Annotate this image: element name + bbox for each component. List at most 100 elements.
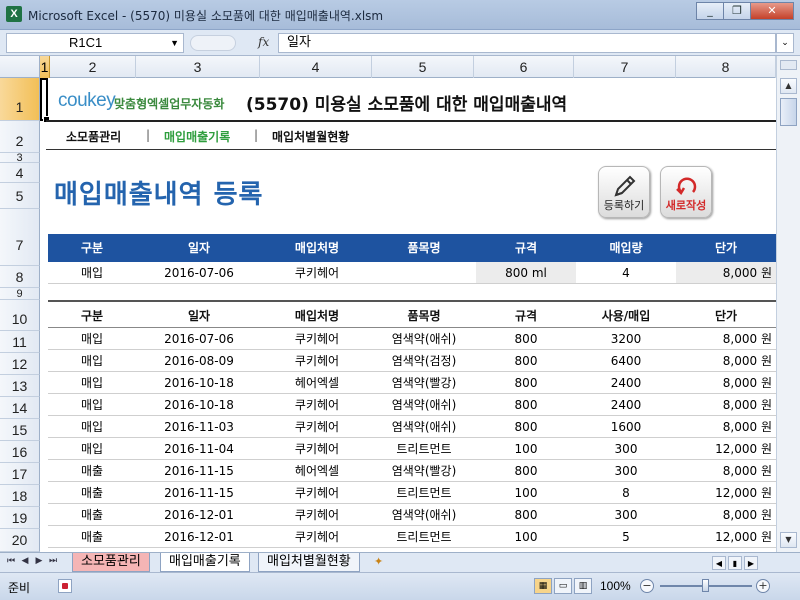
- record-type-cell[interactable]: 매입: [48, 328, 136, 349]
- record-spec-cell[interactable]: 800: [476, 460, 576, 481]
- entry-qty-cell[interactable]: 4: [576, 262, 676, 283]
- scroll-thumb[interactable]: [780, 98, 797, 126]
- record-spec-cell[interactable]: 800: [476, 416, 576, 437]
- record-type-cell[interactable]: 매출: [48, 482, 136, 503]
- zoom-out-icon[interactable]: −: [640, 579, 654, 593]
- scroll-thumb-h[interactable]: ▮: [728, 556, 742, 570]
- record-vendor-cell[interactable]: 헤어엑셀: [262, 372, 372, 393]
- normal-view-icon[interactable]: ▦: [534, 578, 552, 594]
- new-entry-button[interactable]: 새로작성: [660, 166, 712, 218]
- row-header[interactable]: 19: [0, 507, 40, 529]
- record-spec-cell[interactable]: 800: [476, 350, 576, 371]
- record-item-cell[interactable]: 트리트먼트: [372, 482, 476, 503]
- vertical-scrollbar[interactable]: ▲ ▼: [776, 56, 800, 552]
- record-price-cell[interactable]: 8,000 원: [676, 372, 776, 393]
- record-type-cell[interactable]: 매입: [48, 394, 136, 415]
- record-price-cell[interactable]: 8,000 원: [676, 416, 776, 437]
- first-sheet-icon[interactable]: ⏮: [4, 556, 18, 566]
- row-header[interactable]: 14: [0, 397, 40, 419]
- record-qty-cell[interactable]: 6400: [576, 350, 676, 371]
- tab-supplies[interactable]: 소모품관리: [72, 553, 150, 572]
- record-qty-cell[interactable]: 2400: [576, 394, 676, 415]
- row-header[interactable]: 13: [0, 375, 40, 397]
- record-date-cell[interactable]: 2016-11-15: [136, 482, 262, 503]
- record-item-cell[interactable]: 염색약(빨강): [372, 460, 476, 481]
- page-break-icon[interactable]: ▥: [574, 578, 592, 594]
- record-date-cell[interactable]: 2016-10-18: [136, 372, 262, 393]
- record-vendor-cell[interactable]: 쿠키헤어: [262, 350, 372, 371]
- record-date-cell[interactable]: 2016-11-15: [136, 460, 262, 481]
- row-header[interactable]: 11: [0, 331, 40, 353]
- record-spec-cell[interactable]: 800: [476, 394, 576, 415]
- record-vendor-cell[interactable]: 헤어엑셀: [262, 460, 372, 481]
- record-item-cell[interactable]: 염색약(빨강): [372, 372, 476, 393]
- record-spec-cell[interactable]: 800: [476, 504, 576, 525]
- column-header[interactable]: 2: [50, 56, 136, 78]
- record-price-cell[interactable]: 8,000 원: [676, 394, 776, 415]
- record-price-cell[interactable]: 12,000 원: [676, 438, 776, 459]
- column-header[interactable]: 3: [136, 56, 260, 78]
- record-qty-cell[interactable]: 300: [576, 460, 676, 481]
- excel-app-icon[interactable]: X: [6, 6, 22, 22]
- next-sheet-icon[interactable]: ▶: [32, 556, 46, 566]
- record-type-cell[interactable]: 매입: [48, 438, 136, 459]
- record-date-cell[interactable]: 2016-12-01: [136, 504, 262, 525]
- macro-record-icon[interactable]: [58, 579, 72, 593]
- scroll-right-icon[interactable]: ▶: [744, 556, 758, 570]
- record-type-cell[interactable]: 매출: [48, 504, 136, 525]
- record-price-cell[interactable]: 8,000 원: [676, 504, 776, 525]
- record-item-cell[interactable]: 트리트먼트: [372, 438, 476, 459]
- record-vendor-cell[interactable]: 쿠키헤어: [262, 504, 372, 525]
- record-date-cell[interactable]: 2016-10-18: [136, 394, 262, 415]
- record-spec-cell[interactable]: 800: [476, 328, 576, 349]
- row-header[interactable]: 16: [0, 441, 40, 463]
- row-header[interactable]: 5: [0, 183, 40, 209]
- record-item-cell[interactable]: 염색약(애쉬): [372, 504, 476, 525]
- scroll-up-icon[interactable]: ▲: [780, 78, 797, 94]
- record-spec-cell[interactable]: 800: [476, 372, 576, 393]
- record-date-cell[interactable]: 2016-07-06: [136, 328, 262, 349]
- prev-sheet-icon[interactable]: ◀: [18, 556, 32, 566]
- row-header[interactable]: 7: [0, 209, 40, 266]
- chevron-down-icon[interactable]: ▼: [170, 34, 179, 52]
- nav-item-supplies[interactable]: 소모품관리: [66, 128, 121, 145]
- insert-sheet-icon[interactable]: ✦: [374, 555, 383, 568]
- record-price-cell[interactable]: 12,000 원: [676, 482, 776, 503]
- column-header[interactable]: 4: [260, 56, 372, 78]
- record-spec-cell[interactable]: 100: [476, 438, 576, 459]
- record-item-cell[interactable]: 염색약(검정): [372, 350, 476, 371]
- row-header[interactable]: 1: [0, 78, 40, 121]
- split-handle[interactable]: [780, 60, 797, 70]
- row-header[interactable]: 17: [0, 463, 40, 485]
- record-type-cell[interactable]: 매출: [48, 526, 136, 547]
- record-vendor-cell[interactable]: 쿠키헤어: [262, 526, 372, 547]
- close-button[interactable]: ✕: [750, 2, 794, 20]
- tab-monthly-status[interactable]: 매입처별월현황: [258, 553, 360, 572]
- minimize-button[interactable]: _: [696, 2, 724, 20]
- record-date-cell[interactable]: 2016-12-01: [136, 526, 262, 547]
- formula-input[interactable]: 일자: [278, 33, 776, 53]
- record-date-cell[interactable]: 2016-08-09: [136, 350, 262, 371]
- record-qty-cell[interactable]: 300: [576, 504, 676, 525]
- row-header[interactable]: 4: [0, 163, 40, 183]
- record-vendor-cell[interactable]: 쿠키헤어: [262, 328, 372, 349]
- column-header[interactable]: 7: [574, 56, 676, 78]
- row-header[interactable]: 20: [0, 529, 40, 552]
- name-box[interactable]: R1C1 ▼: [6, 33, 184, 53]
- entry-vendor-cell[interactable]: 쿠키헤어: [262, 262, 372, 283]
- row-header[interactable]: 10: [0, 300, 40, 331]
- record-price-cell[interactable]: 8,000 원: [676, 350, 776, 371]
- zoom-level[interactable]: 100%: [600, 579, 631, 593]
- record-item-cell[interactable]: 염색약(애쉬): [372, 416, 476, 437]
- row-header[interactable]: 15: [0, 419, 40, 441]
- active-cell[interactable]: [40, 78, 50, 123]
- scroll-down-icon[interactable]: ▼: [780, 532, 797, 548]
- record-item-cell[interactable]: 염색약(애쉬): [372, 394, 476, 415]
- record-qty-cell[interactable]: 300: [576, 438, 676, 459]
- record-type-cell[interactable]: 매입: [48, 350, 136, 371]
- row-header[interactable]: 12: [0, 353, 40, 375]
- entry-spec-cell[interactable]: 800 ml: [476, 262, 576, 283]
- row-header[interactable]: 2: [0, 121, 40, 153]
- record-type-cell[interactable]: 매입: [48, 372, 136, 393]
- column-header[interactable]: 6: [474, 56, 574, 78]
